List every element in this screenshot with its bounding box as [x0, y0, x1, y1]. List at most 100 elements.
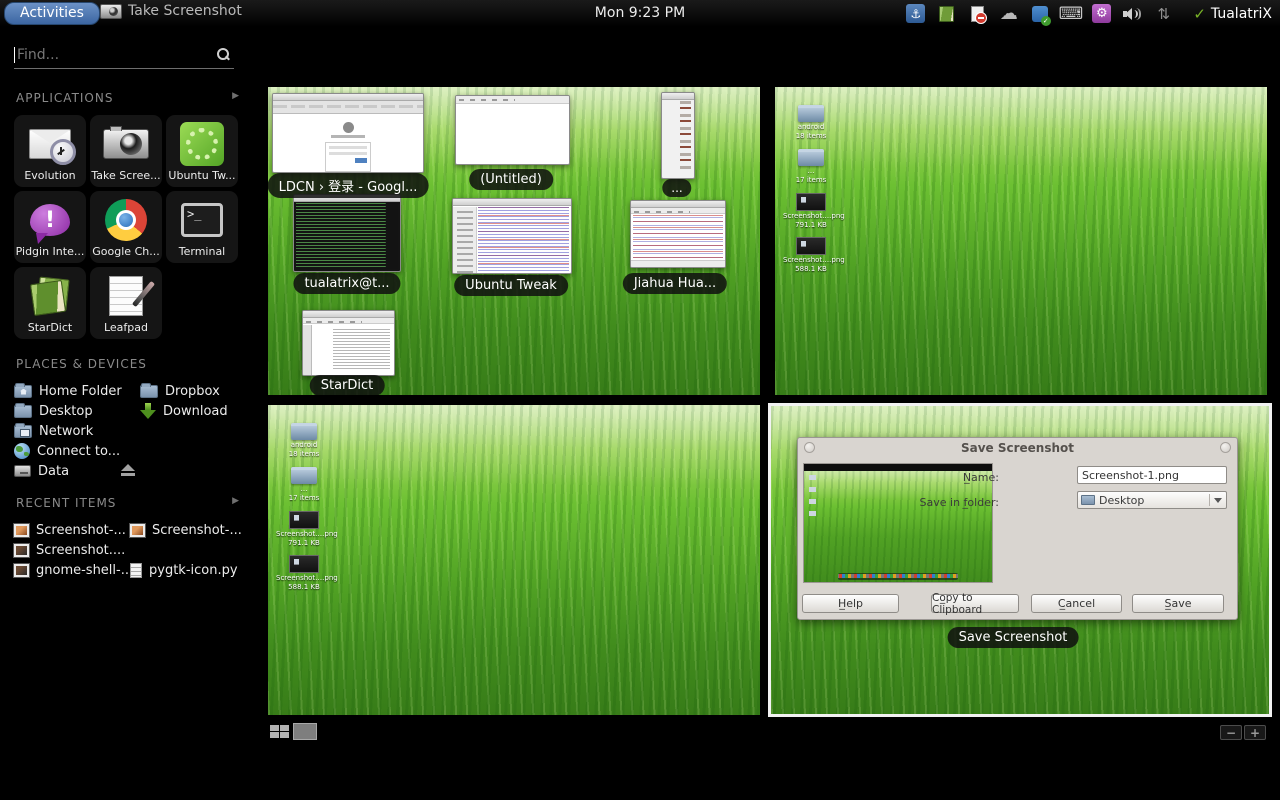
- place-network[interactable]: Network: [14, 421, 93, 441]
- workspace-thumbnail-1[interactable]: LDCN › 登录 - Googl... (Untitled) ... tual…: [268, 87, 760, 395]
- globe-icon: [14, 443, 30, 459]
- search-icon: [216, 48, 230, 62]
- dropbox-tray-icon[interactable]: [1030, 4, 1049, 23]
- icon-meta: 18 items: [783, 132, 839, 141]
- app-tile-pidgin[interactable]: ! Pidgin Inte...: [14, 191, 86, 263]
- app-tile-ubuntu-tweak[interactable]: Ubuntu Tw...: [166, 115, 238, 187]
- app-menu[interactable]: Take Screenshot: [100, 3, 242, 19]
- window-stardict[interactable]: [302, 310, 395, 376]
- ubuntu-tweak-gear-icon[interactable]: ⚙: [1092, 4, 1111, 23]
- app-tile-leafpad[interactable]: Leafpad: [90, 267, 162, 339]
- network-updown-icon[interactable]: ⇅: [1154, 4, 1173, 23]
- search-box[interactable]: [14, 42, 234, 69]
- window-chat[interactable]: [630, 200, 726, 268]
- recent-item[interactable]: gnome-shell-...: [14, 560, 133, 580]
- app-tile-terminal[interactable]: >_ Terminal: [166, 191, 238, 263]
- help-button[interactable]: H̲elp: [802, 594, 899, 613]
- app-tile-take-screenshot[interactable]: Take Scree...: [90, 115, 162, 187]
- browser-toolbar: [273, 101, 423, 114]
- anchor-icon[interactable]: ⚓: [906, 4, 925, 23]
- window-untitled[interactable]: [455, 95, 570, 165]
- image-thumbnail-icon: [289, 555, 319, 573]
- desktop-icon-folder: … 17 items: [783, 149, 839, 185]
- login-form: [325, 142, 371, 172]
- save-button[interactable]: S̲ave: [1132, 594, 1224, 613]
- window-titlebar: [631, 201, 725, 208]
- copy-to-clipboard-button[interactable]: Co̲py to Clipboard: [931, 594, 1019, 613]
- place-home-folder[interactable]: Home Folder: [14, 381, 122, 401]
- place-label: Network: [39, 424, 93, 439]
- app-tile-evolution[interactable]: Evolution: [14, 115, 86, 187]
- activities-button[interactable]: Activities: [4, 2, 100, 25]
- recent-item[interactable]: Screenshot-...: [130, 520, 242, 540]
- recent-item[interactable]: Screenshot-...: [14, 520, 126, 540]
- name-input[interactable]: Screenshot-1.png: [1077, 466, 1227, 484]
- evolution-icon: [29, 122, 71, 166]
- window-ubuntu-tweak[interactable]: [452, 198, 572, 274]
- place-download[interactable]: Download: [140, 401, 228, 421]
- chat-input-bar: [631, 260, 725, 267]
- stardict-tray-icon[interactable]: [937, 4, 956, 23]
- preview-desktop-icons: [809, 475, 816, 521]
- window-title-pill: Jiahua Hua...: [623, 273, 727, 294]
- folder-dropdown[interactable]: Desktop: [1077, 491, 1227, 509]
- places-header: PLACES & DEVICES: [16, 357, 240, 371]
- app-tile-stardict[interactable]: StarDict: [14, 267, 86, 339]
- window-title-pill: StarDict: [310, 375, 385, 395]
- recent-label: Screenshot....: [36, 543, 125, 558]
- app-tile-chrome[interactable]: Google Ch...: [90, 191, 162, 263]
- place-label: Connect to...: [37, 444, 120, 459]
- recent-item[interactable]: pygtk-icon.py: [130, 560, 238, 580]
- cloud-icon[interactable]: ☁: [999, 4, 1018, 23]
- window-panel[interactable]: [661, 92, 695, 179]
- place-data[interactable]: Data: [14, 461, 69, 481]
- recent-label: Screenshot-...: [36, 523, 126, 538]
- place-connect-to[interactable]: Connect to...: [14, 441, 120, 461]
- system-tray: ⚓ ☁ ⌨ ⚙ ⇅ ✓ TualatriX: [906, 0, 1272, 27]
- window-browser[interactable]: [272, 93, 424, 173]
- chevron-right-icon: ▶: [232, 91, 240, 105]
- folder-dropdown-value: Desktop: [1099, 494, 1144, 507]
- username: TualatriX: [1211, 6, 1272, 22]
- place-label: Home Folder: [39, 384, 122, 399]
- workspace-thumbnail-2[interactable]: android 18 items … 17 items Screenshot….…: [775, 87, 1267, 395]
- image-thumbnail-icon: [796, 193, 826, 211]
- app-menu-label: Take Screenshot: [128, 3, 242, 19]
- workspace-remove-button[interactable]: −: [1220, 725, 1242, 740]
- stardict-icon: [28, 274, 72, 318]
- clock[interactable]: Mon 9:23 PM: [595, 5, 685, 21]
- pidgin-icon: !: [30, 198, 70, 242]
- workspace-thumbnail-4[interactable]: Save Screenshot N̲ame: Screenshot-1.png …: [768, 403, 1272, 717]
- view-grid-button[interactable]: [270, 725, 291, 740]
- place-dropbox[interactable]: Dropbox: [140, 381, 220, 401]
- folder-icon: [14, 405, 32, 418]
- place-desktop[interactable]: Desktop: [14, 401, 93, 421]
- app-label: Pidgin Inte...: [16, 245, 85, 258]
- recent-header[interactable]: RECENT ITEMS ▶: [16, 496, 240, 510]
- network-folder-icon: [14, 425, 32, 438]
- place-label: Desktop: [39, 404, 93, 419]
- tweak-content: [478, 207, 569, 271]
- workspace-thumbnail-3[interactable]: android 18 items … 17 items Screenshot….…: [268, 405, 760, 715]
- recent-item[interactable]: Screenshot....: [14, 540, 125, 560]
- eject-icon[interactable]: [120, 463, 136, 477]
- blocked-document-icon[interactable]: [968, 4, 987, 23]
- view-linear-button[interactable]: [293, 723, 317, 740]
- volume-icon[interactable]: [1123, 4, 1142, 23]
- icon-label: Screenshot….png: [783, 256, 839, 265]
- desktop-icon-screenshot: Screenshot….png 588.1 KB: [783, 237, 839, 274]
- applications-header[interactable]: APPLICATIONS ▶: [16, 91, 240, 105]
- folder-icon: [140, 385, 158, 398]
- image-file-icon: [14, 544, 29, 557]
- save-screenshot-dialog[interactable]: Save Screenshot N̲ame: Screenshot-1.png …: [797, 437, 1238, 620]
- workspace-add-button[interactable]: +: [1244, 725, 1266, 740]
- search-input[interactable]: [17, 47, 216, 63]
- place-label: Data: [38, 464, 69, 479]
- keyboard-icon[interactable]: ⌨: [1061, 4, 1080, 23]
- leafpad-icon: [109, 274, 143, 318]
- desktop-icon-folder: … 17 items: [276, 467, 332, 503]
- cancel-button[interactable]: C̲ancel: [1031, 594, 1122, 613]
- user-menu[interactable]: ✓ TualatriX: [1193, 5, 1272, 23]
- desktop-icon-folder: android 18 items: [783, 105, 839, 141]
- window-terminal[interactable]: [293, 194, 401, 272]
